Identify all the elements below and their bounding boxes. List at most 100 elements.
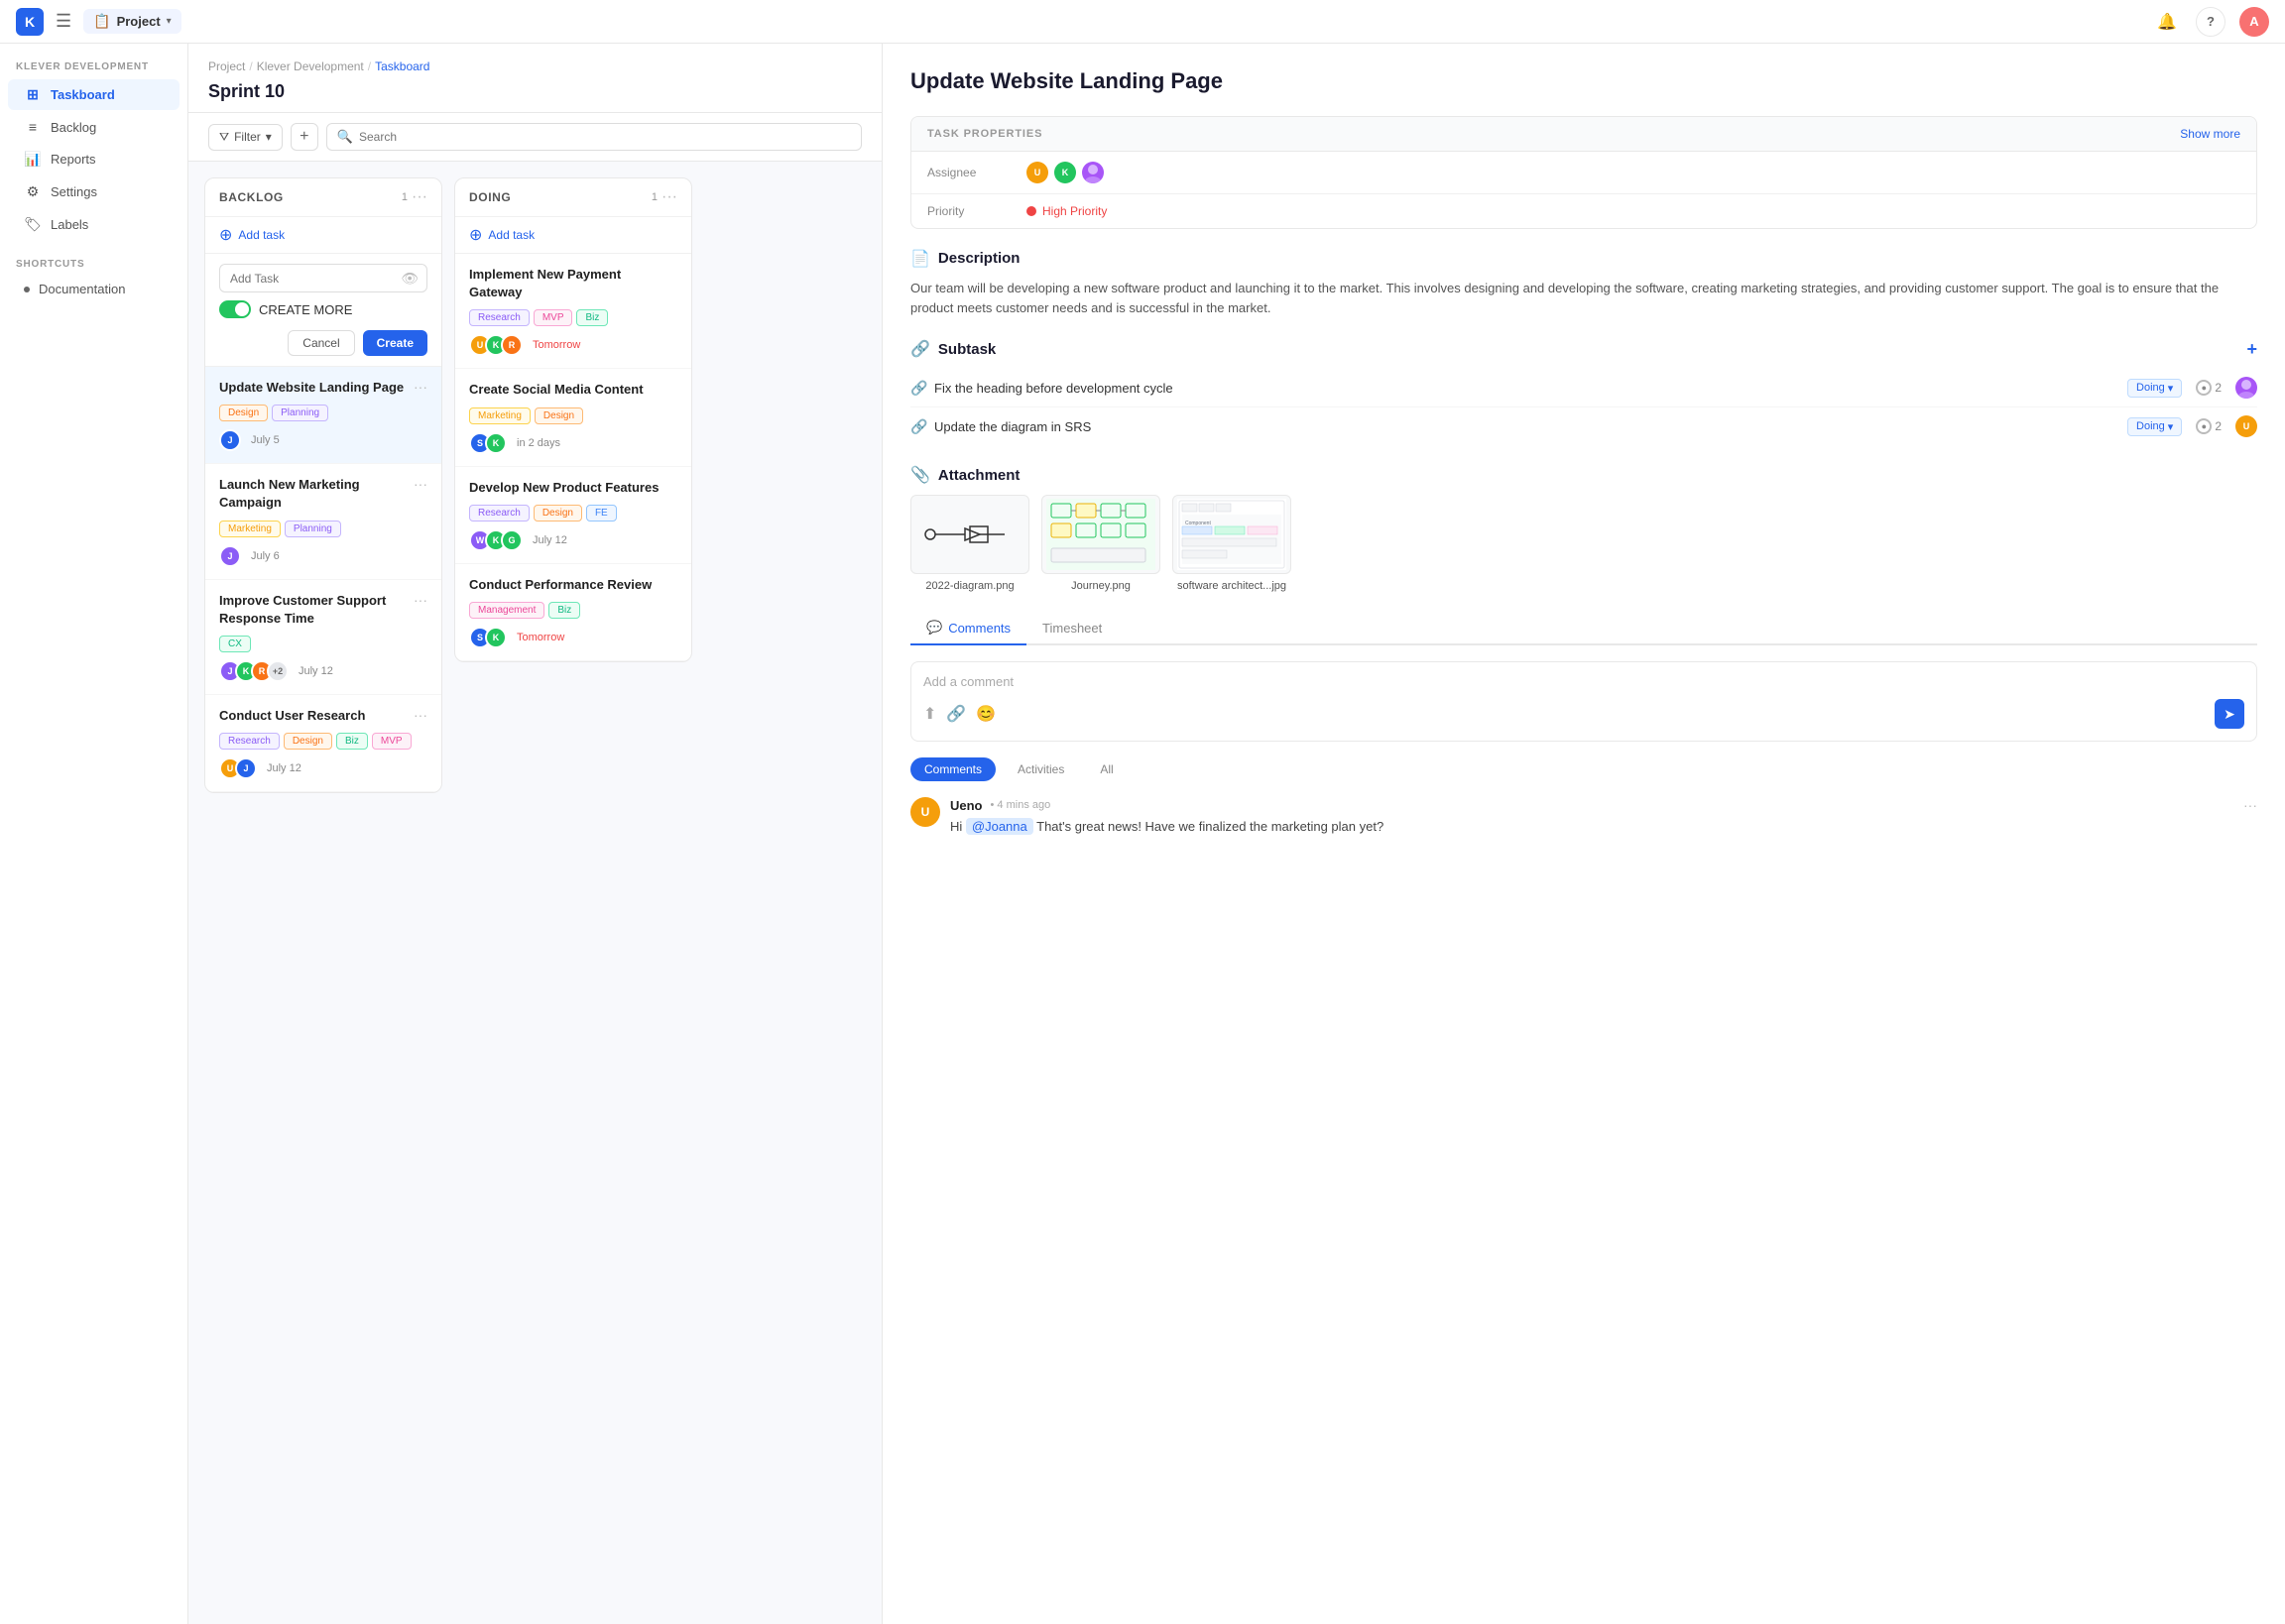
tab-comments[interactable]: 💬 Comments: [910, 612, 1026, 645]
task-avatar: G: [501, 529, 523, 551]
task-card-update-website[interactable]: Update Website Landing Page ··· Design P…: [205, 367, 441, 464]
hamburger-menu[interactable]: ☰: [56, 11, 71, 32]
task-more-icon[interactable]: ···: [414, 707, 427, 723]
label-research[interactable]: Research: [469, 505, 530, 522]
sidebar-item-settings[interactable]: ⚙ Settings: [8, 176, 180, 207]
task-card-customer-support[interactable]: Improve Customer Support Response Time ·…: [205, 580, 441, 695]
backlog-add-task-row[interactable]: ⊕ Add task: [205, 217, 441, 254]
task-card-performance-review[interactable]: Conduct Performance Review Management Bi…: [455, 564, 691, 661]
sidebar-label-taskboard: Taskboard: [51, 87, 115, 102]
task-card-social-media[interactable]: Create Social Media Content Marketing De…: [455, 369, 691, 466]
filter-tab-comments[interactable]: Comments: [910, 757, 996, 781]
label-design[interactable]: Design: [535, 407, 583, 424]
task-card-user-research[interactable]: Conduct User Research ··· Research Desig…: [205, 695, 441, 792]
comment-text: Hi @Joanna That's great news! Have we fi…: [950, 817, 2257, 837]
label-biz[interactable]: Biz: [548, 602, 580, 619]
user-avatar[interactable]: A: [2239, 7, 2269, 37]
filter-tab-activities[interactable]: Activities: [1004, 757, 1078, 781]
project-selector[interactable]: 📋 Project ▾: [83, 9, 181, 34]
filter-button[interactable]: ⛛ Filter ▾: [208, 124, 283, 151]
task-card-product-features[interactable]: Develop New Product Features Research De…: [455, 467, 691, 564]
task-more-icon[interactable]: ···: [414, 379, 427, 395]
add-task-form: 👁 CREATE MORE Cancel Create: [205, 254, 441, 367]
task-date: July 12: [267, 762, 301, 774]
doing-add-task-row[interactable]: ⊕ Add task: [455, 217, 691, 254]
label-planning[interactable]: Planning: [272, 405, 328, 421]
task-title: Create Social Media Content: [469, 381, 677, 399]
cancel-button[interactable]: Cancel: [288, 330, 354, 356]
attachment-diagram[interactable]: 2022-diagram.png: [910, 495, 1029, 592]
label-mvp[interactable]: MVP: [372, 733, 412, 750]
sidebar-item-reports[interactable]: 📊 Reports: [8, 144, 180, 174]
label-management[interactable]: Management: [469, 602, 544, 619]
comment-placeholder[interactable]: Add a comment: [923, 674, 2244, 689]
comment-input-area: Add a comment ⬆ 🔗 😊 ➤: [910, 661, 2257, 742]
subtask-avatar-1: [2235, 377, 2257, 399]
upload-icon[interactable]: ⬆: [923, 704, 936, 724]
doing-col-menu[interactable]: ···: [661, 188, 677, 206]
breadcrumb-taskboard[interactable]: Taskboard: [375, 59, 429, 73]
emoji-icon[interactable]: 😊: [976, 704, 996, 724]
backlog-col-count: 1: [402, 191, 408, 203]
label-planning[interactable]: Planning: [285, 521, 341, 537]
help-button[interactable]: ?: [2196, 7, 2225, 37]
sidebar-item-labels[interactable]: 🏷 Labels: [8, 209, 180, 240]
label-design[interactable]: Design: [534, 505, 582, 522]
label-biz[interactable]: Biz: [576, 309, 608, 326]
sidebar-label-reports: Reports: [51, 152, 96, 167]
backlog-col-menu[interactable]: ···: [412, 188, 427, 206]
show-more-button[interactable]: Show more: [2180, 127, 2240, 141]
label-marketing[interactable]: Marketing: [219, 521, 281, 537]
notifications-button[interactable]: 🔔: [2152, 7, 2182, 37]
assignee-avatar-photo: [1082, 162, 1104, 183]
task-card-payment[interactable]: Implement New Payment Gateway Research M…: [455, 254, 691, 369]
label-design[interactable]: Design: [219, 405, 268, 421]
comment-submit-button[interactable]: ➤: [2215, 699, 2244, 729]
label-biz[interactable]: Biz: [336, 733, 368, 750]
breadcrumb-sep2: /: [368, 59, 371, 73]
comment-menu-icon[interactable]: ···: [2243, 797, 2257, 813]
subtask-status-2[interactable]: Doing ▾: [2127, 417, 2182, 436]
label-research[interactable]: Research: [469, 309, 530, 326]
task-title: Improve Customer Support Response Time: [219, 592, 410, 628]
search-input[interactable]: [359, 130, 851, 144]
sidebar-section-label: KLEVER DEVELOPMENT: [0, 44, 187, 78]
task-card-marketing[interactable]: Launch New Marketing Campaign ··· Market…: [205, 464, 441, 579]
sidebar-item-taskboard[interactable]: ⊞ Taskboard: [8, 79, 180, 110]
breadcrumb-klever[interactable]: Klever Development: [257, 59, 364, 73]
doing-column: DOING 1 ··· ⊕ Add task Implement New Pay…: [454, 177, 692, 662]
label-design[interactable]: Design: [284, 733, 332, 750]
task-more-icon[interactable]: ···: [414, 476, 427, 492]
label-mvp[interactable]: MVP: [534, 309, 573, 326]
label-marketing[interactable]: Marketing: [469, 407, 531, 424]
project-icon: 📋: [93, 13, 110, 30]
label-cx[interactable]: CX: [219, 636, 251, 652]
attachment-journey[interactable]: Journey.png: [1041, 495, 1160, 592]
task-more-icon[interactable]: ···: [414, 592, 427, 608]
tab-timesheet[interactable]: Timesheet: [1026, 612, 1118, 645]
create-more-toggle[interactable]: [219, 300, 251, 318]
add-filter-button[interactable]: +: [291, 123, 318, 151]
sidebar-item-backlog[interactable]: ≡ Backlog: [8, 112, 180, 142]
link-icon[interactable]: 🔗: [946, 704, 966, 724]
description-icon: 📄: [910, 249, 930, 269]
attachment-icon: 📎: [910, 465, 930, 485]
filter-tab-all[interactable]: All: [1086, 757, 1127, 781]
label-fe[interactable]: FE: [586, 505, 617, 522]
breadcrumb-project[interactable]: Project: [208, 59, 245, 73]
settings-icon: ⚙: [24, 183, 42, 200]
sidebar-shortcut-documentation[interactable]: Documentation: [8, 277, 180, 301]
filter-label: Filter: [234, 130, 261, 144]
add-task-input[interactable]: [230, 272, 395, 286]
task-date: Tomorrow: [517, 632, 564, 643]
add-subtask-button[interactable]: +: [2246, 340, 2257, 358]
label-research[interactable]: Research: [219, 733, 280, 750]
add-task-icon: ⊕: [219, 225, 232, 245]
attachment-thumb-journey: [1041, 495, 1160, 574]
attachment-software[interactable]: Component software architect...jpg: [1172, 495, 1291, 592]
eye-icon[interactable]: 👁: [401, 270, 419, 287]
doing-add-task-label: Add task: [488, 228, 535, 242]
subtask-status-1[interactable]: Doing ▾: [2127, 379, 2182, 398]
breadcrumb-sep1: /: [249, 59, 252, 73]
create-button[interactable]: Create: [363, 330, 427, 356]
